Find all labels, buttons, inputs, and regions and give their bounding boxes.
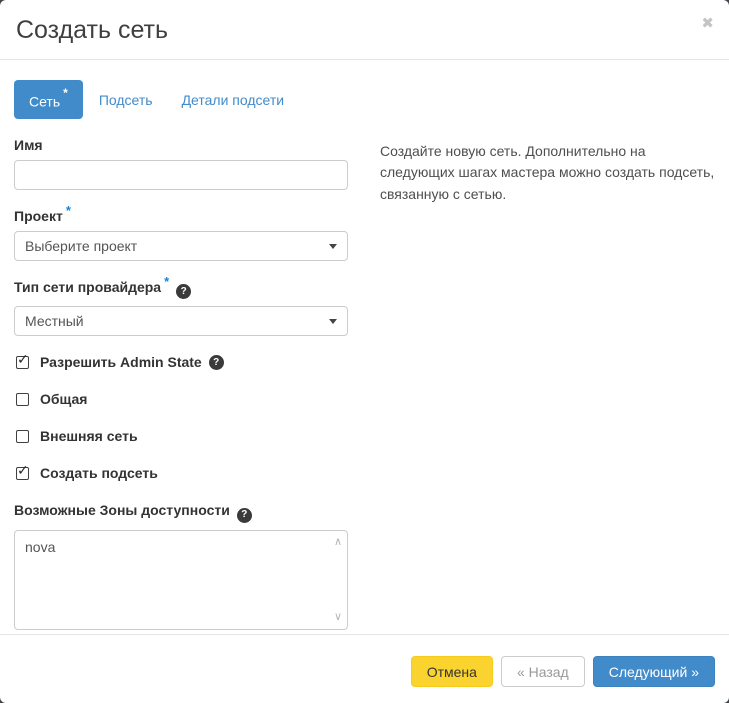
project-field-group: Проект* Выберите проект <box>14 208 348 261</box>
help-description-column: Создайте новую сеть. Дополнительно на сл… <box>380 137 715 634</box>
chevron-down-icon <box>329 319 337 324</box>
dialog-title: Создать сеть <box>16 14 713 46</box>
tab-required-asterisk: * <box>63 86 68 100</box>
provider-type-select[interactable]: Местный <box>14 306 348 336</box>
close-icon[interactable]: ✖ <box>701 16 714 31</box>
name-label: Имя <box>14 137 348 153</box>
checkmark-icon: ✓ <box>17 463 29 477</box>
scroll-up-icon[interactable]: ∧ <box>334 537 342 548</box>
checkbox-box <box>16 430 29 443</box>
checkbox-admin-state[interactable]: ✓ Разрешить Admin State ? <box>16 354 348 370</box>
required-asterisk: * <box>66 203 71 218</box>
checkbox-label: Общая <box>40 391 87 407</box>
project-select-value: Выберите проект <box>25 238 137 254</box>
name-field-group: Имя <box>14 137 348 190</box>
project-label-text: Проект <box>14 208 63 224</box>
tab-network-label: Сеть <box>29 94 60 110</box>
scroll-down-icon[interactable]: ∨ <box>334 612 342 623</box>
checkbox-box: ✓ <box>16 356 29 369</box>
availability-zones-label: Возможные Зоны доступности? <box>14 502 348 523</box>
dialog-header: Создать сеть ✖ <box>0 0 729 60</box>
checkbox-box <box>16 393 29 406</box>
help-icon[interactable]: ? <box>176 284 191 299</box>
checkbox-external-network[interactable]: Внешняя сеть <box>16 428 348 444</box>
provider-type-label: Тип сети провайдера*? <box>14 279 348 300</box>
checkbox-label: Создать подсеть <box>40 465 158 481</box>
provider-type-label-text: Тип сети провайдера <box>14 279 161 295</box>
dialog-footer: Отмена « Назад Следующий » <box>0 634 729 703</box>
chevron-down-icon <box>329 244 337 249</box>
tab-subnet[interactable]: Подсеть <box>99 82 153 117</box>
checkbox-label: Внешняя сеть <box>40 428 138 444</box>
provider-type-field-group: Тип сети провайдера*? Местный <box>14 279 348 337</box>
required-asterisk: * <box>164 274 169 289</box>
help-icon[interactable]: ? <box>237 508 252 523</box>
cancel-button[interactable]: Отмена <box>411 656 493 687</box>
wizard-tab-bar: Сеть* Подсеть Детали подсети <box>0 60 729 119</box>
availability-zones-label-text: Возможные Зоны доступности <box>14 502 230 518</box>
create-network-dialog: Создать сеть ✖ Сеть* Подсеть Детали подс… <box>0 0 729 703</box>
name-input[interactable] <box>14 160 348 190</box>
checkbox-label: Разрешить Admin State <box>40 354 202 370</box>
form-column: Имя Проект* Выберите проект Тип сети про… <box>14 137 348 634</box>
checkbox-box: ✓ <box>16 467 29 480</box>
availability-zones-listbox[interactable]: nova ∧ ∨ <box>14 530 348 630</box>
back-button[interactable]: « Назад <box>501 656 585 687</box>
checkmark-icon: ✓ <box>17 352 29 366</box>
tab-network[interactable]: Сеть* <box>14 80 83 119</box>
next-button[interactable]: Следующий » <box>593 656 715 687</box>
checkbox-shared[interactable]: Общая <box>16 391 348 407</box>
availability-zones-group: Возможные Зоны доступности? nova ∧ ∨ <box>14 502 348 630</box>
zone-option-nova[interactable]: nova <box>15 531 347 563</box>
help-icon[interactable]: ? <box>209 355 224 370</box>
checkbox-create-subnet[interactable]: ✓ Создать подсеть <box>16 465 348 481</box>
dialog-body: Имя Проект* Выберите проект Тип сети про… <box>0 119 729 634</box>
project-label: Проект* <box>14 208 348 224</box>
help-description-text: Создайте новую сеть. Дополнительно на сл… <box>380 141 715 206</box>
project-select[interactable]: Выберите проект <box>14 231 348 261</box>
provider-type-select-value: Местный <box>25 313 84 329</box>
tab-subnet-details[interactable]: Детали подсети <box>182 82 285 117</box>
